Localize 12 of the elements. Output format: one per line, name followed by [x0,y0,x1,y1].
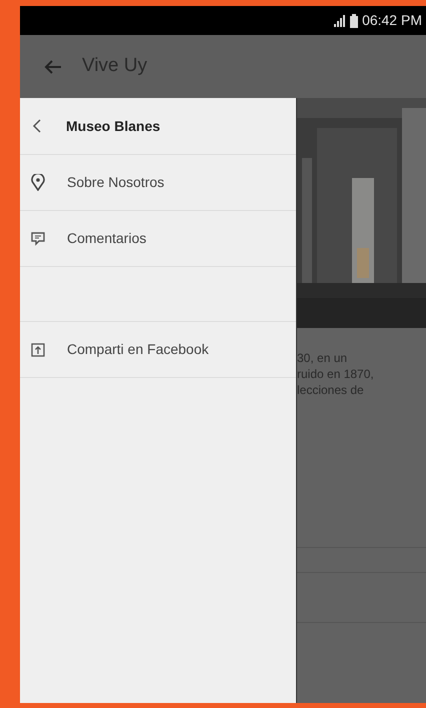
comment-icon [31,232,45,246]
description-text-line: ruido en 1870, [297,366,375,382]
battery-icon [350,14,358,28]
description-text-line: lecciones de [297,382,365,398]
status-time: 06:42 PM [362,11,422,30]
drawer-header-title: Museo Blanes [66,116,160,136]
map-pin-icon [31,174,45,191]
back-arrow-icon[interactable] [44,60,62,74]
signal-icon [334,14,346,26]
share-box-icon [31,342,45,356]
chevron-left-icon [32,119,41,133]
description-text-line: 30, en un [297,350,348,366]
